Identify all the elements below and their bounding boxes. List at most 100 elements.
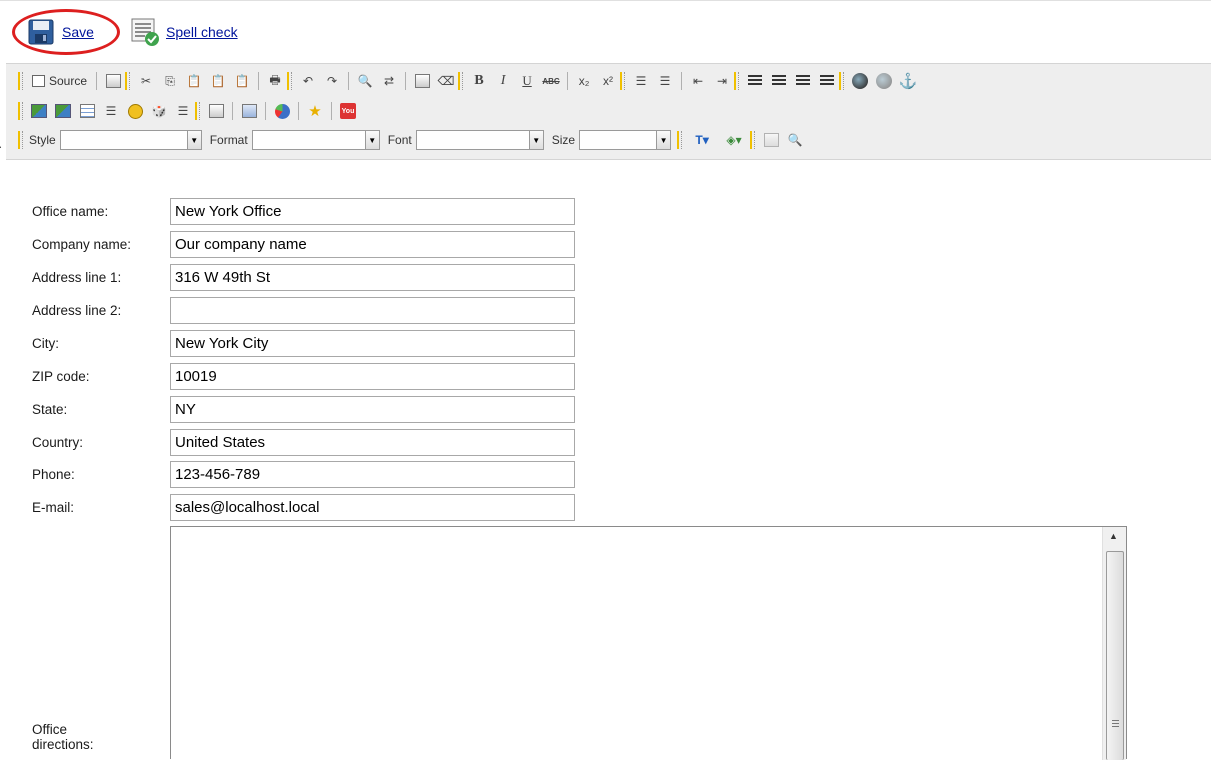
- maximize-icon[interactable]: [761, 130, 781, 150]
- chevron-down-icon: ▼: [186, 131, 201, 149]
- form-icon[interactable]: [239, 101, 259, 121]
- link-icon[interactable]: [850, 71, 870, 91]
- unlink-icon[interactable]: [874, 71, 894, 91]
- spell-check-icon: [131, 18, 159, 46]
- align-center-icon[interactable]: [769, 71, 789, 91]
- toolbar-grip: [677, 131, 683, 149]
- size-label: Size: [551, 133, 576, 147]
- toolbar-grip[interactable]: [18, 131, 23, 149]
- remove-format-icon[interactable]: ⌫: [436, 71, 456, 91]
- toolbar-grip: [620, 72, 626, 90]
- replace-icon[interactable]: ⇄: [379, 71, 399, 91]
- separator: [298, 102, 299, 120]
- copy-icon[interactable]: ⎘: [160, 71, 180, 91]
- toolbar-grip: [458, 72, 464, 90]
- address-line-2-input[interactable]: [170, 297, 575, 324]
- insert-image-icon[interactable]: [53, 101, 73, 121]
- zip-code-label: ZIP code:: [32, 369, 90, 384]
- preview-icon[interactable]: [103, 71, 123, 91]
- youtube-icon[interactable]: You: [338, 101, 358, 121]
- bulleted-list-icon[interactable]: ☰: [655, 71, 675, 91]
- favorite-icon[interactable]: ★: [305, 101, 325, 121]
- source-icon: [32, 75, 45, 87]
- spell-check-label: Spell check: [166, 24, 238, 40]
- collapse-toolbar-icon[interactable]: ▲: [0, 140, 3, 150]
- font-label: Font: [387, 133, 412, 147]
- indent-icon[interactable]: ⇥: [712, 71, 732, 91]
- office-directions-editor[interactable]: ▲: [170, 526, 1127, 760]
- style-select[interactable]: ▼: [59, 130, 202, 150]
- phone-label: Phone:: [32, 467, 75, 482]
- template-icon[interactable]: [206, 101, 226, 121]
- superscript-icon[interactable]: x²: [598, 71, 618, 91]
- background-color-icon[interactable]: ◈▾: [720, 130, 748, 150]
- horizontal-rule-icon[interactable]: ☰: [101, 101, 121, 121]
- numbered-list-icon[interactable]: ☰: [631, 71, 651, 91]
- style-label: Style: [29, 133, 56, 147]
- separator: [96, 72, 98, 90]
- paste-text-icon[interactable]: 📋: [208, 71, 228, 91]
- format-select[interactable]: ▼: [251, 130, 380, 150]
- state-input[interactable]: [170, 396, 575, 423]
- show-blocks-icon[interactable]: 🔍: [785, 130, 805, 150]
- company-name-input[interactable]: [170, 231, 575, 258]
- text-color-icon[interactable]: T▾: [688, 130, 716, 150]
- subscript-icon[interactable]: x₂: [574, 71, 594, 91]
- page-break-icon[interactable]: ☰: [173, 101, 193, 121]
- media-icon[interactable]: [272, 101, 292, 121]
- scroll-up-icon[interactable]: ▲: [1109, 531, 1118, 541]
- office-name-input[interactable]: [170, 198, 575, 225]
- address-line-1-input[interactable]: [170, 264, 575, 291]
- redo-icon[interactable]: ↷: [322, 71, 342, 91]
- form-row: Office name:: [0, 198, 600, 226]
- city-input[interactable]: [170, 330, 575, 357]
- select-all-icon[interactable]: [412, 71, 432, 91]
- save-button[interactable]: Save: [28, 15, 94, 49]
- toolbar-grip[interactable]: [18, 72, 23, 90]
- separator: [232, 102, 233, 120]
- form-row: E-mail:: [0, 494, 600, 522]
- special-char-icon[interactable]: 🎲: [149, 101, 169, 121]
- toolbar-row-2: ☰ 🎲 ☰ ★ You: [18, 98, 360, 124]
- toolbar-grip[interactable]: [18, 102, 23, 120]
- image-icon[interactable]: [29, 101, 49, 121]
- state-label: State:: [32, 402, 68, 417]
- underline-icon[interactable]: U: [517, 71, 537, 91]
- align-right-icon[interactable]: [793, 71, 813, 91]
- source-button[interactable]: Source: [29, 71, 90, 91]
- italic-icon[interactable]: I: [493, 71, 513, 91]
- zip-code-input[interactable]: [170, 363, 575, 390]
- outdent-icon[interactable]: ⇤: [688, 71, 708, 91]
- action-bar: Save Spell check: [0, 0, 1211, 58]
- address-line-1-label: Address line 1:: [32, 270, 122, 285]
- phone-input[interactable]: [170, 461, 575, 488]
- form-row: ZIP code:: [0, 363, 600, 391]
- thumb-grip-icon: [1112, 720, 1119, 729]
- vertical-scrollbar[interactable]: ▲: [1102, 527, 1126, 760]
- paste-word-icon[interactable]: 📋: [232, 71, 252, 91]
- toolbar-grip: [125, 72, 131, 90]
- anchor-icon[interactable]: ⚓: [898, 71, 918, 91]
- paste-icon[interactable]: 📋: [184, 71, 204, 91]
- youtube-text: You: [340, 103, 356, 119]
- email-label: E-mail:: [32, 500, 75, 515]
- country-input[interactable]: [170, 429, 575, 456]
- strikethrough-icon[interactable]: ABC: [541, 71, 561, 91]
- spell-check-button[interactable]: Spell check: [130, 15, 238, 49]
- email-input[interactable]: [170, 494, 575, 521]
- find-icon[interactable]: 🔍: [355, 71, 375, 91]
- size-select[interactable]: ▼: [579, 130, 672, 150]
- align-left-icon[interactable]: [745, 71, 765, 91]
- table-icon[interactable]: [77, 101, 97, 121]
- undo-icon[interactable]: ↶: [298, 71, 318, 91]
- toolbar-row-1: Source ✂ ⎘ 📋 📋 📋 🖶 ↶ ↷ 🔍 ⇄ ⌫ B I U ABC x…: [18, 68, 920, 94]
- scrollbar-thumb[interactable]: [1106, 551, 1124, 760]
- cut-icon[interactable]: ✂: [136, 71, 156, 91]
- city-label: City:: [32, 336, 59, 351]
- justify-icon[interactable]: [817, 71, 837, 91]
- floppy-disk-icon: [28, 19, 54, 45]
- font-select[interactable]: ▼: [415, 130, 544, 150]
- print-icon[interactable]: 🖶: [265, 71, 285, 91]
- bold-icon[interactable]: B: [469, 71, 489, 91]
- smiley-icon[interactable]: [125, 101, 145, 121]
